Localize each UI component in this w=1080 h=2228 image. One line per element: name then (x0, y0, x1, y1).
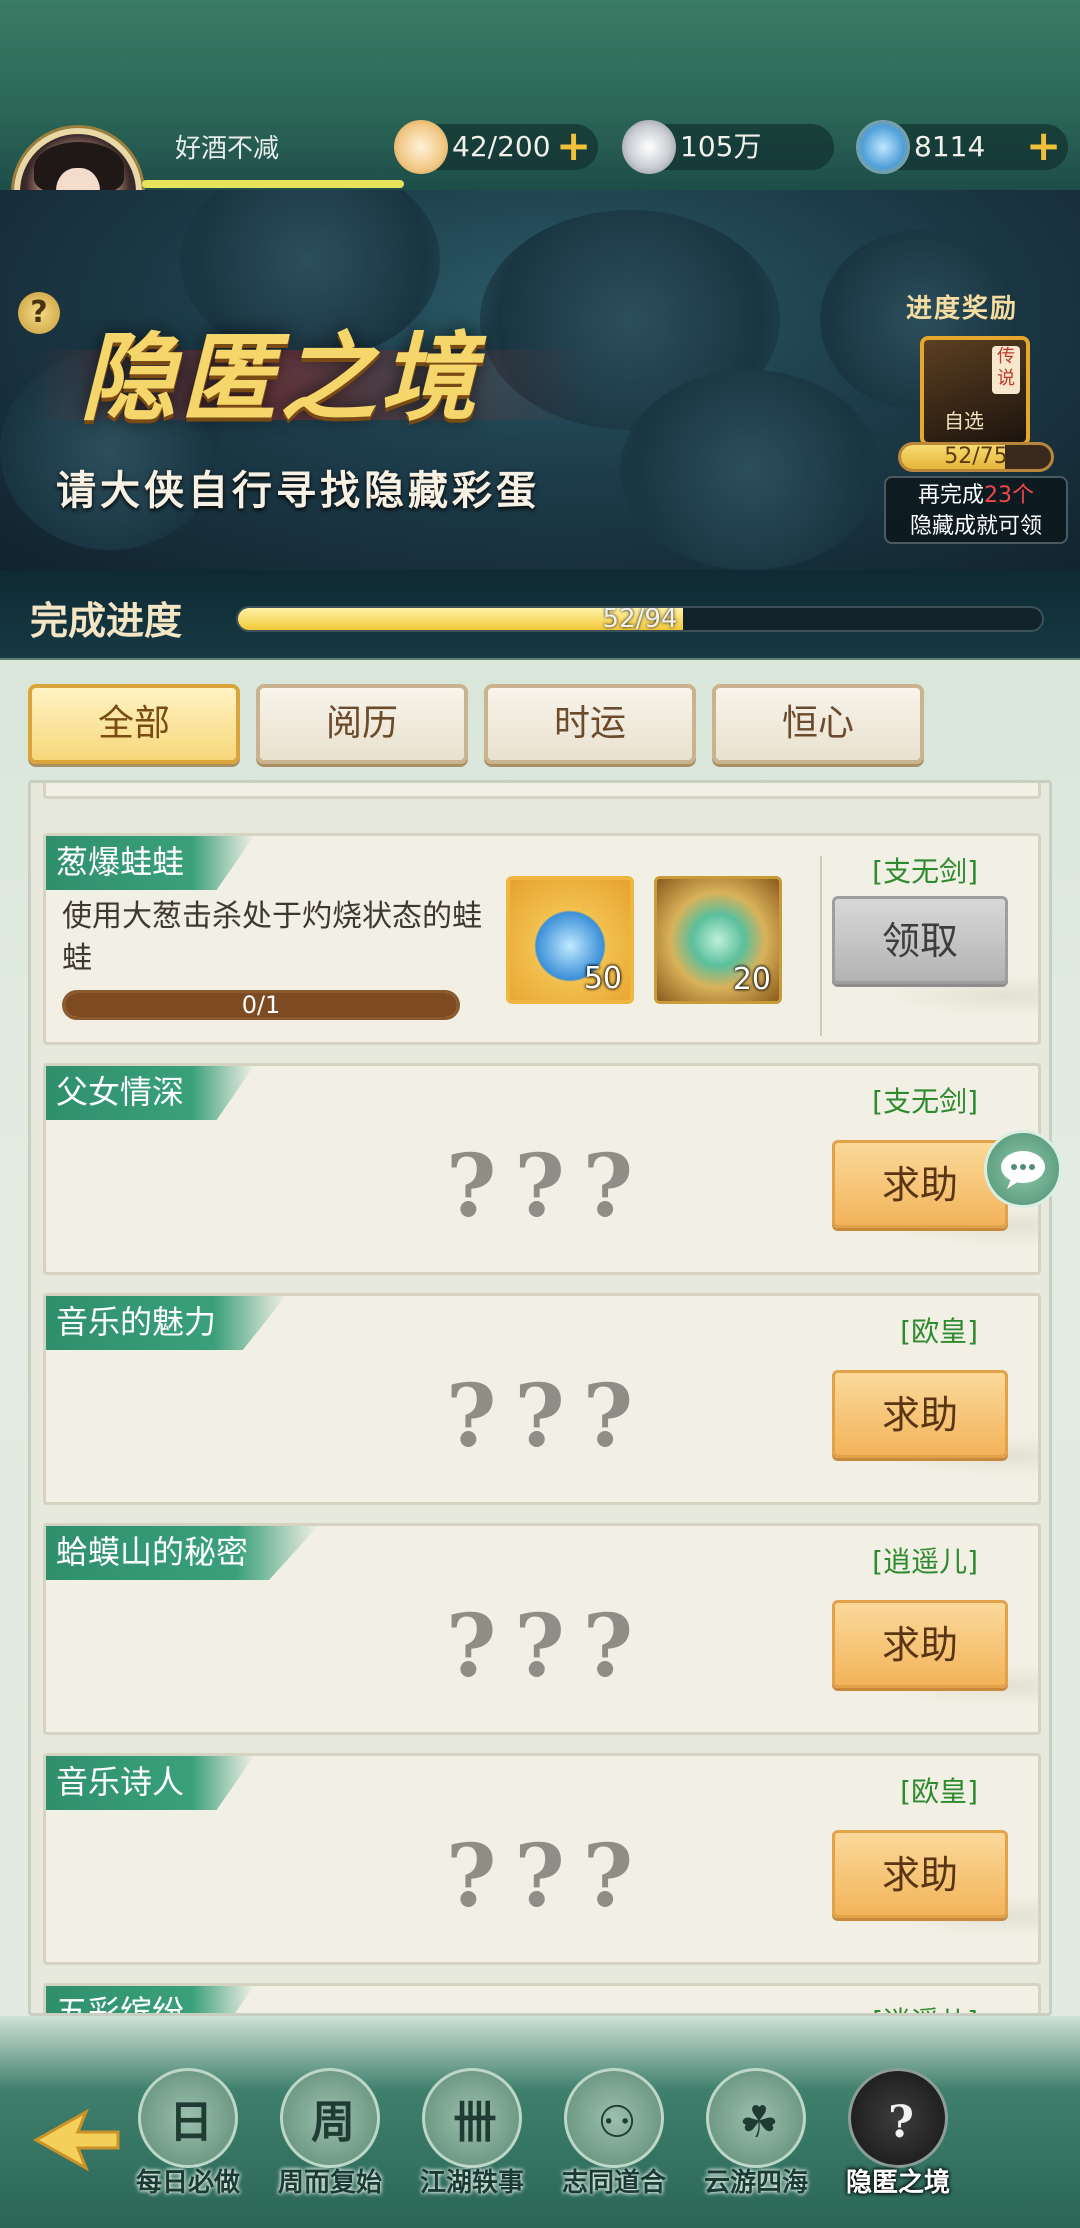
achievement-progress: 0/1 (62, 990, 460, 1020)
journey-icon: ☘ (706, 2068, 806, 2168)
achievement-card-partial: 五彩缤纷 [逍遥儿] (43, 1983, 1041, 2013)
coin-resource: 105万 (622, 120, 834, 174)
achievement-card-hidden: 音乐的魅力 [欧皇] ??? 求助 (43, 1293, 1041, 1505)
reward-tip: 再完成23个 隐藏成就可领 (884, 476, 1068, 544)
friends-icon: ⚇ (564, 2068, 664, 2168)
ask-help-button[interactable]: 求助 (832, 1600, 1008, 1688)
tab-fortune[interactable]: 时运 (484, 684, 696, 764)
ask-help-button[interactable]: 求助 (832, 1140, 1008, 1228)
nav-glyph: ⚇ (597, 2097, 636, 2148)
help-icon[interactable]: ? (18, 292, 60, 334)
hidden-question-marks: ??? (446, 1136, 652, 1237)
achievement-owner[interactable]: [支无剑] (872, 850, 978, 890)
chest-progress-text: 52/75 (944, 444, 1008, 469)
nav-glyph: 周 (311, 2097, 355, 2148)
tab-experience[interactable]: 阅历 (256, 684, 468, 764)
achievement-owner[interactable]: [欧皇] (900, 1770, 978, 1810)
achievement-title: 五彩缤纷 (46, 1986, 255, 2013)
reward-count: 50 (583, 961, 622, 996)
hidden-question-marks: ??? (446, 1826, 652, 1927)
achievement-owner[interactable]: [逍遥儿] (872, 1540, 978, 1580)
nav-label: 云游四海 (703, 2168, 808, 2198)
page-subtitle: 请大侠自行寻找隐藏彩蛋 (56, 467, 540, 514)
claim-button[interactable]: 领取 (832, 896, 1008, 984)
progress-reward-title: 进度奖励 (906, 294, 1019, 324)
nav-like-minded[interactable]: ⚇ 志同道合 (548, 2068, 680, 2218)
nav-label: 志同道合 (561, 2168, 666, 2198)
nav-daily-tasks[interactable]: 日 每日必做 (122, 2068, 254, 2218)
achievement-list[interactable]: 葱爆蛙蛙 [支无剑] 使用大葱击杀处于灼烧状态的蛙蛙 0/1 50 20 领取 … (28, 780, 1052, 2016)
achievement-title: 蛤蟆山的秘密 (46, 1526, 319, 1580)
tip-prefix: 再完成 (917, 483, 984, 508)
achievement-description: 使用大葱击杀处于灼烧状态的蛙蛙 (62, 899, 482, 976)
tip-suffix: 隐藏成就可领 (909, 514, 1042, 539)
jade-icon (856, 120, 910, 174)
tab-all[interactable]: 全部 (28, 684, 240, 764)
achievement-title: 音乐诗人 (46, 1756, 255, 1810)
scroll-week-icon: 周 (280, 2068, 380, 2168)
add-jade-button[interactable]: + (1026, 125, 1061, 167)
progress-reward-chest[interactable]: 传说 自选 (920, 336, 1030, 446)
hidden-realm-screen: { "player": {"name": "好酒不减", "level": "7… (0, 0, 1080, 2228)
achievement-progress-text: 0/1 (65, 993, 457, 1017)
page-title: 隐匿之境 (80, 321, 480, 434)
bun-icon (394, 120, 448, 174)
nav-glyph: 日 (169, 2097, 213, 2148)
player-name: 好酒不减 (175, 134, 280, 164)
bun-resource: 42/200 + (394, 120, 598, 174)
coin-icon (622, 120, 676, 174)
achievement-title: 音乐的魅力 (46, 1296, 287, 1350)
achievement-card-hidden: 蛤蟆山的秘密 [逍遥儿] ??? 求助 (43, 1523, 1041, 1735)
legend-tag: 传说 (992, 346, 1020, 394)
reward-count: 20 (732, 962, 771, 997)
nav-hidden-realm[interactable]: ? 隐匿之境 (832, 2068, 964, 2218)
nav-glyph: 卌 (453, 2097, 497, 2148)
bun-value: 42/200 (452, 130, 551, 163)
completion-progress-text: 52/94 (602, 606, 678, 632)
nav-jianghu-stories[interactable]: 卌 江湖轶事 (406, 2068, 538, 2218)
achievement-title: 父女情深 (46, 1066, 255, 1120)
tip-count: 23个 (984, 483, 1034, 508)
jade-resource: 8114 + (856, 120, 1068, 174)
exp-bar (142, 180, 404, 188)
back-arrow-icon[interactable] (26, 2100, 126, 2180)
nav-label: 周而复始 (277, 2168, 382, 2198)
chest-label: 自选 (944, 409, 984, 433)
nav-roam-world[interactable]: ☘ 云游四海 (690, 2068, 822, 2218)
hidden-scroll-icon: ? (848, 2068, 948, 2168)
completion-progress-label: 完成进度 (30, 598, 183, 643)
achievement-owner[interactable]: [逍遥儿] (872, 2000, 978, 2013)
category-tabs: 全部 阅历 时运 恒心 (28, 684, 1058, 768)
mountain-medal-icon[interactable]: 20 (654, 876, 782, 1004)
jade-value: 8114 (914, 130, 986, 163)
completion-progress-bar: 52/94 (236, 606, 1044, 632)
add-bun-button[interactable]: + (556, 125, 591, 167)
achievement-card-hidden: 父女情深 [支无剑] ??? 求助 (43, 1063, 1041, 1275)
ask-help-button[interactable]: 求助 (832, 1370, 1008, 1458)
hidden-question-marks: ??? (446, 1366, 652, 1467)
achievement-title: 葱爆蛙蛙 (46, 836, 255, 890)
nav-glyph: ☘ (739, 2097, 778, 2148)
story-scroll-icon: 卌 (422, 2068, 522, 2168)
ask-help-button[interactable]: 求助 (832, 1830, 1008, 1918)
coin-value: 105万 (680, 130, 762, 163)
tab-perseverance[interactable]: 恒心 (712, 684, 924, 764)
card-divider (820, 856, 822, 1036)
nav-glyph: ? (888, 2097, 914, 2148)
nav-label: 江湖轶事 (419, 2168, 524, 2198)
achievement-owner[interactable]: [支无剑] (872, 1080, 978, 1120)
list-item-partial-top (43, 783, 1041, 799)
nav-weekly-tasks[interactable]: 周 周而复始 (264, 2068, 396, 2218)
completion-progress: 完成进度 52/94 (0, 570, 1080, 660)
nav-label: 隐匿之境 (845, 2168, 950, 2198)
scroll-day-icon: 日 (138, 2068, 238, 2168)
chest-progress-bar: 52/75 (898, 442, 1054, 472)
achievement-card-hidden: 音乐诗人 [欧皇] ??? 求助 (43, 1753, 1041, 1965)
chat-bubble-icon[interactable] (984, 1130, 1062, 1208)
nav-label: 每日必做 (135, 2168, 240, 2198)
achievement-owner[interactable]: [欧皇] (900, 1310, 978, 1350)
blue-jade-ring-icon[interactable]: 50 (506, 876, 634, 1004)
achievement-card-unlocked: 葱爆蛙蛙 [支无剑] 使用大葱击杀处于灼烧状态的蛙蛙 0/1 50 20 领取 (43, 833, 1041, 1045)
hidden-question-marks: ??? (446, 1596, 652, 1697)
